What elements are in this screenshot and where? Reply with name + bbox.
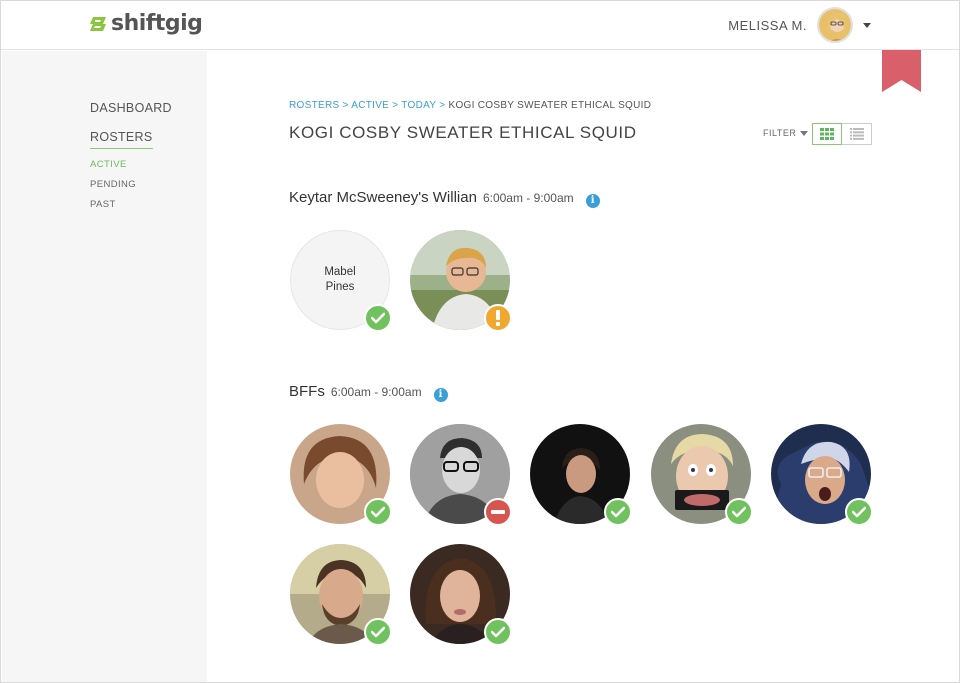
- filter-dropdown[interactable]: FILTER: [763, 128, 809, 138]
- roster-person[interactable]: [410, 544, 512, 646]
- sidebar-subitem-active[interactable]: ACTIVE: [90, 159, 127, 170]
- breadcrumb-rosters[interactable]: ROSTERS: [289, 100, 339, 111]
- breadcrumb-separator: >: [392, 100, 399, 111]
- placeholder-name-line1: Mabel: [324, 266, 356, 278]
- sidebar-item-rosters[interactable]: ROSTERS: [90, 130, 153, 149]
- user-avatar[interactable]: [817, 7, 853, 43]
- breadcrumb: ROSTERS > ACTIVE > TODAY > KOGI COSBY SW…: [289, 100, 651, 111]
- app-window: shiftgig MELISSA M. DASHBOARD ROSTERS AC…: [0, 0, 960, 683]
- roster-person[interactable]: [771, 424, 873, 526]
- view-toggle: [812, 123, 872, 145]
- roster-person[interactable]: [290, 424, 392, 526]
- group-name: Keytar McSweeney's Willian: [289, 189, 477, 206]
- roster-person[interactable]: Mabel Pines: [290, 230, 392, 332]
- user-menu[interactable]: MELISSA M.: [728, 7, 871, 43]
- check-icon: [604, 498, 632, 526]
- check-icon: [364, 618, 392, 646]
- roster-person[interactable]: [410, 424, 512, 526]
- check-icon: [364, 304, 392, 332]
- group-time: 6:00am - 9:00am: [330, 385, 422, 399]
- roster-person[interactable]: [290, 544, 392, 646]
- check-icon: [364, 498, 392, 526]
- check-icon: [484, 618, 512, 646]
- placeholder-name-line2: Pines: [325, 281, 355, 293]
- caret-down-icon: [800, 130, 809, 136]
- sidebar-subitem-past[interactable]: PAST: [90, 199, 116, 210]
- grid-view-button[interactable]: [812, 123, 842, 145]
- roster-person[interactable]: [651, 424, 753, 526]
- grid-icon: [820, 128, 834, 140]
- exclamation-icon: [484, 304, 512, 332]
- breadcrumb-active[interactable]: ACTIVE: [351, 100, 389, 111]
- group-title: Keytar McSweeney's Willian 6:00am - 9:00…: [289, 189, 600, 208]
- list-icon: [849, 128, 864, 140]
- roster-person[interactable]: [530, 424, 632, 526]
- bookmark-ribbon[interactable]: [882, 50, 921, 92]
- sidebar-subitem-pending[interactable]: PENDING: [90, 179, 136, 190]
- logo-text: shiftgig: [111, 11, 203, 36]
- breadcrumb-current: KOGI COSBY SWEATER ETHICAL SQUID: [448, 100, 652, 111]
- page-title: KOGI COSBY SWEATER ETHICAL SQUID: [289, 123, 637, 142]
- sidebar: DASHBOARD ROSTERS ACTIVE PENDING PAST: [2, 51, 207, 682]
- user-name: MELISSA M.: [728, 17, 807, 33]
- info-icon[interactable]: i: [585, 193, 600, 208]
- minus-icon: [484, 498, 512, 526]
- roster-person[interactable]: [410, 230, 512, 332]
- logo[interactable]: shiftgig: [89, 11, 203, 36]
- chevron-down-icon[interactable]: [863, 22, 871, 28]
- group-title: BFFs 6:00am - 9:00am i: [289, 383, 448, 402]
- group-time: 6:00am - 9:00am: [482, 191, 574, 205]
- breadcrumb-today[interactable]: TODAY: [401, 100, 436, 111]
- breadcrumb-separator: >: [342, 100, 349, 111]
- check-icon: [725, 498, 753, 526]
- top-header: shiftgig MELISSA M.: [1, 1, 959, 50]
- list-view-button[interactable]: [842, 123, 872, 145]
- breadcrumb-separator: >: [439, 100, 446, 111]
- shiftgig-logo-icon: [89, 15, 107, 33]
- sidebar-item-dashboard[interactable]: DASHBOARD: [90, 101, 172, 115]
- filter-label: FILTER: [763, 128, 797, 138]
- check-icon: [845, 498, 873, 526]
- group-name: BFFs: [289, 383, 325, 400]
- info-icon[interactable]: i: [433, 387, 448, 402]
